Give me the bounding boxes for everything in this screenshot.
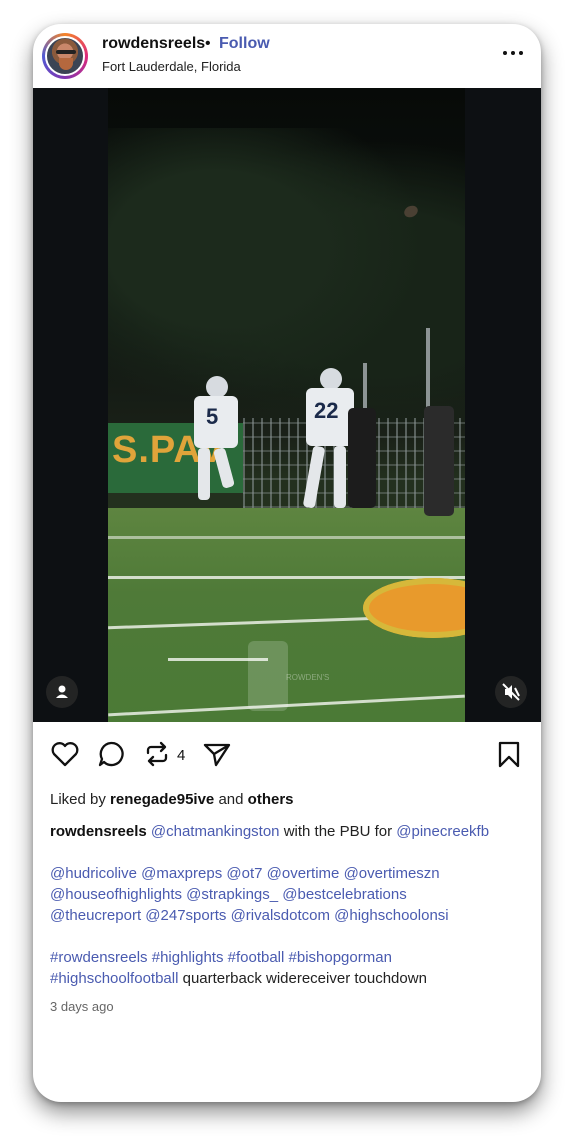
- post-card: rowdensreels • Follow Fort Lauderdale, F…: [33, 24, 541, 1102]
- mention-link[interactable]: @houseofhighlights: [50, 886, 182, 903]
- share-icon[interactable]: [201, 738, 233, 770]
- repost-count: 4: [177, 747, 186, 764]
- likes-others-link[interactable]: others: [248, 791, 294, 808]
- follow-button[interactable]: Follow: [219, 35, 270, 53]
- caption-mentions-2: @houseofhighlights @strapkings_ @bestcel…: [50, 884, 530, 905]
- likes-middle: and: [218, 791, 244, 808]
- hashtag-link[interactable]: #rowdensreels: [50, 949, 148, 966]
- player-leg: [198, 448, 210, 500]
- mention-link[interactable]: @hudricolive: [50, 865, 137, 882]
- jersey-number: 22: [314, 398, 339, 423]
- hashtag-link[interactable]: #bishopgorman: [289, 949, 392, 966]
- mention-link[interactable]: @strapkings_: [186, 886, 278, 903]
- mention-link[interactable]: @chatmankingston: [151, 823, 280, 840]
- more-icon[interactable]: [501, 38, 525, 68]
- likes-line: Liked by renegade95ive and others: [50, 791, 294, 808]
- video-player[interactable]: S.PAV 5 22 ROWDEN'S: [33, 88, 541, 722]
- repost-icon[interactable]: [141, 738, 173, 770]
- post-header: rowdensreels • Follow Fort Lauderdale, F…: [33, 24, 541, 88]
- mention-link[interactable]: @rivalsdotcom: [231, 907, 330, 924]
- caption-line-1: rowdensreels @chatmankingston with the P…: [50, 821, 530, 842]
- bookmark-icon[interactable]: [493, 738, 525, 770]
- mention-link[interactable]: @theucreport: [50, 907, 141, 924]
- watermark-text: ROWDEN'S: [286, 673, 330, 682]
- post-caption: rowdensreels @chatmankingston with the P…: [50, 821, 530, 989]
- avatar[interactable]: [42, 33, 88, 79]
- caption-hashtags-2: #highschoolfootball quarterback widerece…: [50, 968, 530, 989]
- mention-link[interactable]: @overtimeszn: [344, 865, 440, 882]
- caption-mentions-1: @hudricolive @maxpreps @ot7 @overtime @o…: [50, 863, 530, 884]
- post-timestamp[interactable]: 3 days ago: [50, 999, 114, 1014]
- player-leg: [334, 446, 346, 508]
- location-link[interactable]: Fort Lauderdale, Florida: [102, 59, 241, 74]
- referee: [348, 408, 376, 508]
- caption-hashtags-1: #rowdensreels #highlights #football #bis…: [50, 947, 530, 968]
- avatar-glasses: [56, 50, 76, 54]
- photographer: [424, 406, 454, 516]
- mention-link[interactable]: @highschoolonsi: [334, 907, 448, 924]
- caption-username[interactable]: rowdensreels: [50, 823, 147, 840]
- caption-mentions-3: @theucreport @247sports @rivalsdotcom @h…: [50, 905, 530, 926]
- likes-prefix: Liked by: [50, 791, 106, 808]
- comment-icon[interactable]: [95, 738, 127, 770]
- mention-link[interactable]: @247sports: [145, 907, 226, 924]
- video-trees: [108, 128, 465, 428]
- hashtag-link[interactable]: #highlights: [152, 949, 224, 966]
- yard-line: [108, 536, 465, 539]
- avatar-beard: [59, 58, 73, 70]
- video-frame: S.PAV 5 22 ROWDEN'S: [108, 88, 465, 722]
- avatar-image: [45, 36, 85, 76]
- hashtag-link[interactable]: #highschoolfootball: [50, 970, 178, 987]
- watermark-logo: [248, 641, 288, 711]
- player-helmet: [206, 376, 228, 398]
- mention-link[interactable]: @overtime: [267, 865, 340, 882]
- player-helmet: [320, 368, 342, 390]
- action-bar: 4: [33, 738, 541, 774]
- hashtag-link[interactable]: #football: [228, 949, 285, 966]
- mention-link[interactable]: @pinecreekfb: [396, 823, 489, 840]
- mute-icon[interactable]: [495, 676, 527, 708]
- heart-icon[interactable]: [49, 738, 81, 770]
- header-separator: •: [205, 35, 211, 52]
- caption-text: with the PBU for: [283, 823, 393, 840]
- jersey-number: 5: [206, 404, 219, 429]
- mention-link[interactable]: @bestcelebrations: [282, 886, 406, 903]
- caption-text: quarterback widereceiver touchdown: [182, 970, 427, 987]
- liked-by-user[interactable]: renegade95ive: [110, 791, 214, 808]
- user-tag-icon[interactable]: [46, 676, 78, 708]
- mention-link[interactable]: @maxpreps: [141, 865, 222, 882]
- username-link[interactable]: rowdensreels: [102, 35, 205, 53]
- mention-link[interactable]: @ot7: [226, 865, 262, 882]
